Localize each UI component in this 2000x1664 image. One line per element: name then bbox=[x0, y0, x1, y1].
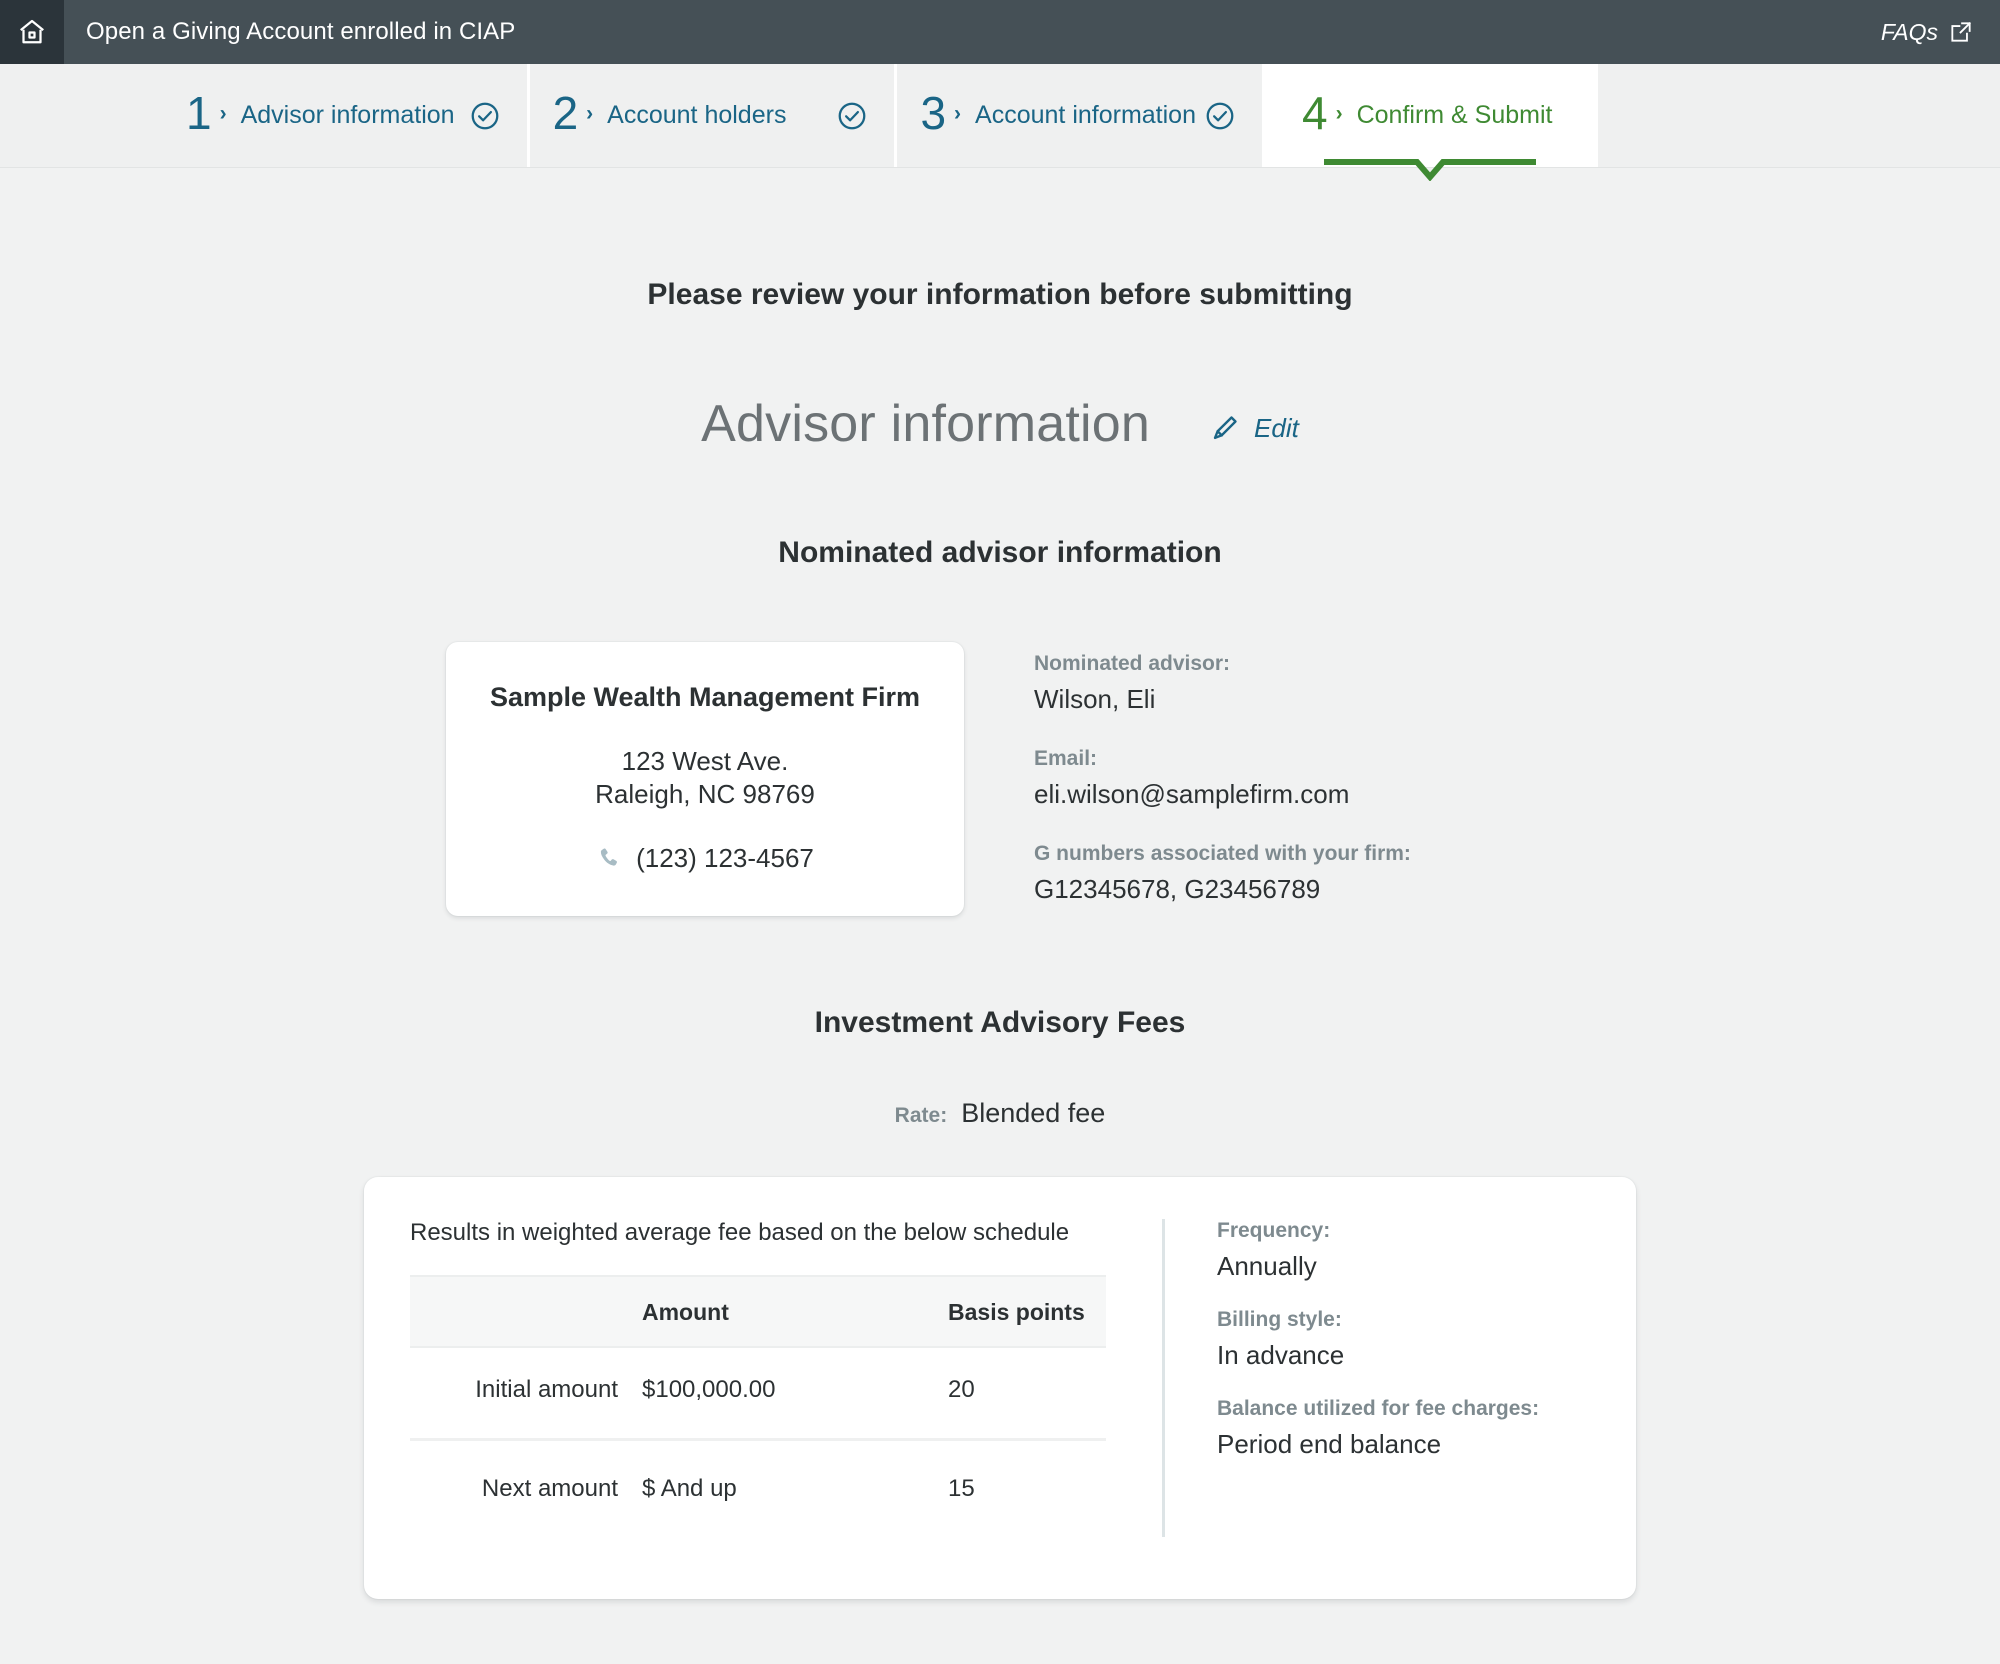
external-link-icon bbox=[1948, 19, 1974, 45]
step-number: 2 bbox=[552, 86, 579, 139]
field-frequency: Frequency: Annually bbox=[1217, 1219, 1590, 1282]
advisor-details-block: Sample Wealth Management Firm 123 West A… bbox=[0, 642, 2000, 916]
fee-schedule-details: Frequency: Annually Billing style: In ad… bbox=[1162, 1218, 1590, 1537]
firm-name: Sample Wealth Management Firm bbox=[489, 682, 921, 712]
faqs-link[interactable]: FAQs bbox=[1881, 19, 1974, 46]
step-label: Account information bbox=[975, 101, 1196, 129]
step-caret-icon: › bbox=[1335, 102, 1343, 125]
step-caret-icon: › bbox=[586, 102, 594, 125]
row-label: Next amount bbox=[410, 1437, 642, 1537]
field-value: Period end balance bbox=[1217, 1428, 1442, 1459]
rate-label: Rate: bbox=[894, 1103, 948, 1127]
step-label: Account holders bbox=[607, 101, 787, 129]
step-number: 1 bbox=[186, 86, 212, 139]
field-label: Frequency: bbox=[1217, 1218, 1331, 1242]
row-basis-points: 20 bbox=[948, 1375, 975, 1403]
edit-label: Edit bbox=[1254, 412, 1299, 443]
field-billing-style: Billing style: In advance bbox=[1217, 1308, 1590, 1371]
table-header-row: Amount Basis points bbox=[410, 1274, 1106, 1348]
subsection-title: Nominated advisor information bbox=[778, 536, 1222, 569]
step-caret-icon: › bbox=[954, 102, 962, 125]
step-tab-account-holders[interactable]: 2 › Account holders bbox=[526, 64, 895, 167]
progress-stepper: 1 › Advisor information 2 › Account hold… bbox=[0, 64, 2000, 182]
fee-schedule-card: Results in weighted average fee based on… bbox=[364, 1176, 1636, 1599]
field-email: Email: eli.wilson@samplefirm.com bbox=[1034, 747, 1554, 810]
fees-section-title: Investment Advisory Fees bbox=[814, 1005, 1186, 1039]
step-tab-advisor-information[interactable]: 1 › Advisor information bbox=[160, 64, 527, 167]
home-icon bbox=[17, 17, 47, 47]
step-tab-confirm-and-submit[interactable]: 4 › Confirm & Submit bbox=[1262, 64, 1599, 182]
field-g-numbers: G numbers associated with your firm: G12… bbox=[1034, 842, 1554, 905]
firm-address-line-1: 123 West Ave. bbox=[621, 746, 789, 776]
row-amount: $100,000.00 bbox=[642, 1375, 776, 1403]
fee-schedule-left: Results in weighted average fee based on… bbox=[410, 1219, 1162, 1537]
field-label: Nominated advisor: bbox=[1034, 652, 1231, 675]
check-circle-icon bbox=[836, 100, 868, 132]
home-button[interactable] bbox=[0, 0, 64, 64]
field-value: Annually bbox=[1217, 1250, 1317, 1281]
firm-phone-row: (123) 123-4567 bbox=[476, 843, 934, 874]
page-title: Please review your information before su… bbox=[647, 278, 1353, 311]
step-label: Confirm & Submit bbox=[1356, 101, 1553, 129]
row-label: Initial amount bbox=[475, 1375, 618, 1403]
field-value: eli.wilson@samplefirm.com bbox=[1034, 779, 1350, 809]
field-value: In advance bbox=[1217, 1339, 1345, 1370]
fee-schedule-table: Amount Basis points Initial amount $100,… bbox=[410, 1274, 1106, 1537]
step-caret-icon: › bbox=[219, 102, 227, 125]
field-label: G numbers associated with your firm: bbox=[1034, 842, 1411, 865]
active-step-indicator bbox=[1322, 159, 1538, 182]
step-number: 4 bbox=[1302, 86, 1328, 139]
field-label: Email: bbox=[1034, 747, 1098, 770]
row-amount: $ And up bbox=[642, 1437, 948, 1537]
step-tab-account-information[interactable]: 3 › Account information bbox=[894, 64, 1262, 167]
field-nominated-advisor: Nominated advisor: Wilson, Eli bbox=[1034, 652, 1554, 715]
row-basis-points: 15 bbox=[948, 1437, 1106, 1537]
table-row: Next amount $ And up 15 bbox=[410, 1437, 1106, 1537]
table-row: Initial amount $100,000.00 20 bbox=[410, 1347, 1106, 1440]
section-title: Advisor information bbox=[701, 395, 1151, 453]
rate-row: Rate: Blended fee bbox=[0, 1098, 2000, 1129]
faqs-label: FAQs bbox=[1880, 18, 1938, 45]
field-value: G12345678, G23456789 bbox=[1034, 874, 1321, 904]
field-balance-utilized: Balance utilized for fee charges: Period… bbox=[1217, 1397, 1590, 1460]
column-header-blank bbox=[410, 1274, 642, 1348]
check-circle-icon bbox=[469, 100, 501, 132]
column-header-amount: Amount bbox=[642, 1274, 948, 1348]
firm-address-line-2: Raleigh, NC 98769 bbox=[595, 778, 815, 809]
advisor-fields: Nominated advisor: Wilson, Eli Email: el… bbox=[1034, 642, 1554, 905]
app-header-bar: Open a Giving Account enrolled in CIAP F… bbox=[0, 0, 2000, 64]
phone-icon bbox=[596, 845, 622, 871]
check-circle-icon bbox=[1204, 100, 1236, 132]
pencil-icon bbox=[1210, 413, 1240, 443]
column-header-basis-points: Basis points bbox=[948, 1274, 1106, 1348]
firm-address: 123 West Ave. Raleigh, NC 98769 bbox=[476, 745, 934, 811]
field-value: Wilson, Eli bbox=[1034, 684, 1156, 714]
firm-card: Sample Wealth Management Firm 123 West A… bbox=[446, 642, 964, 916]
fee-schedule-note: Results in weighted average fee based on… bbox=[410, 1218, 1070, 1246]
field-label: Balance utilized for fee charges: bbox=[1217, 1396, 1540, 1420]
edit-advisor-information-button[interactable]: Edit bbox=[1210, 413, 1299, 444]
field-label: Billing style: bbox=[1217, 1307, 1342, 1331]
page-content: Please review your information before su… bbox=[0, 278, 2000, 1599]
section-header: Advisor information Edit bbox=[0, 394, 2000, 454]
step-number: 3 bbox=[920, 86, 947, 139]
firm-phone-number: (123) 123-4567 bbox=[636, 842, 814, 873]
rate-value: Blended fee bbox=[961, 1097, 1106, 1128]
app-title: Open a Giving Account enrolled in CIAP bbox=[86, 18, 516, 45]
step-label: Advisor information bbox=[240, 101, 455, 129]
